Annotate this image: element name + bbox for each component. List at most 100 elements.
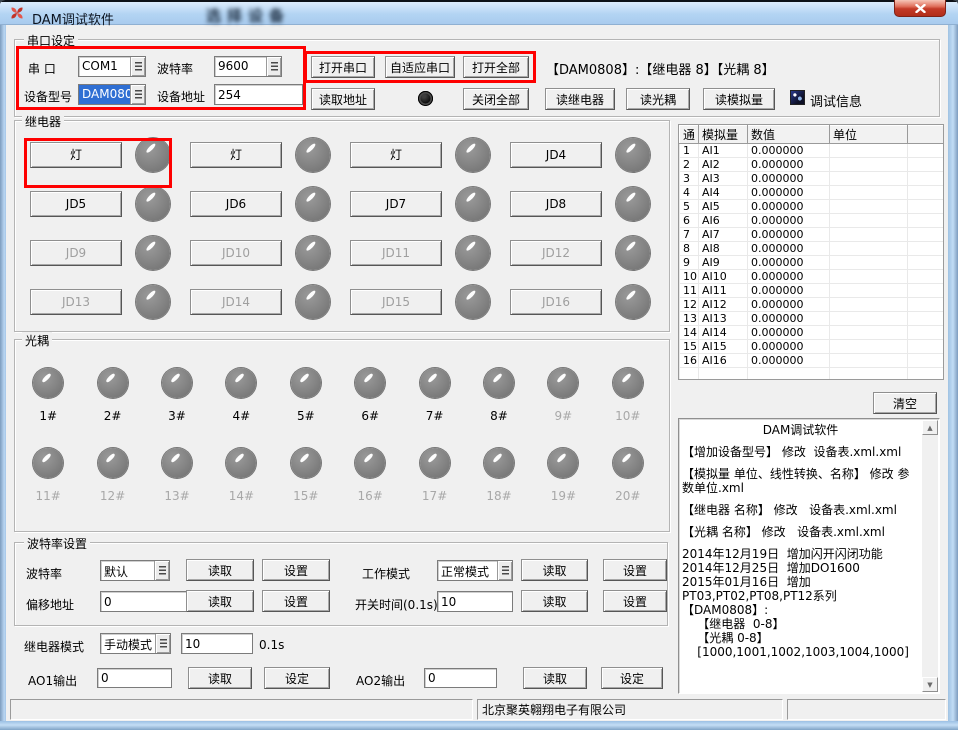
model-combobox[interactable]: DAM0808 [78, 84, 146, 105]
relay-button[interactable]: 灯 [30, 142, 122, 168]
table-row[interactable]: 10AI100.000000 [680, 270, 945, 284]
dropdown-arrow-icon[interactable] [497, 561, 512, 580]
switch-time-set-button[interactable]: 设置 [603, 590, 667, 612]
table-header[interactable]: 单位 [830, 126, 908, 144]
relay-indicator [616, 285, 650, 319]
scroll-up-icon[interactable]: ▲ [922, 420, 938, 435]
ao1-read-button[interactable]: 读取 [188, 667, 252, 689]
port-combobox[interactable]: COM1 [78, 56, 146, 77]
offset-read-button[interactable]: 读取 [186, 590, 254, 612]
baud-combobox[interactable]: 9600 [214, 56, 282, 77]
work-mode-combobox[interactable]: 正常模式 [437, 560, 513, 581]
relay-button[interactable]: JD12 [510, 240, 602, 266]
table-row[interactable]: 4AI40.000000 [680, 186, 945, 200]
relay-button[interactable]: JD7 [350, 191, 442, 217]
relay-button[interactable]: JD10 [190, 240, 282, 266]
ao1-set-button[interactable]: 设定 [264, 667, 330, 689]
close-all-button[interactable]: 关闭全部 [463, 88, 529, 110]
read-relay-button[interactable]: 读继电器 [545, 88, 615, 110]
table-row[interactable]: 14AI140.000000 [680, 326, 945, 340]
open-all-button[interactable]: 打开全部 [463, 56, 529, 78]
opto-label: 16# [358, 489, 383, 503]
dropdown-arrow-icon[interactable] [130, 85, 145, 104]
clear-button[interactable]: 清空 [873, 392, 937, 414]
model-value: DAM0808 [79, 85, 130, 104]
info-line [682, 517, 919, 525]
relay-button[interactable]: 灯 [350, 142, 442, 168]
baudrate-read-button[interactable]: 读取 [186, 559, 254, 581]
table-row[interactable]: 5AI50.000000 [680, 200, 945, 214]
debug-info-label[interactable]: 调试信息 [810, 91, 862, 110]
opto-channel: 4# [209, 368, 273, 448]
relay-button[interactable]: JD6 [190, 191, 282, 217]
relay-button[interactable]: JD8 [510, 191, 602, 217]
dropdown-arrow-icon[interactable] [266, 57, 281, 76]
work-mode-set-button[interactable]: 设置 [603, 559, 667, 581]
work-mode-read-button[interactable]: 读取 [521, 559, 588, 581]
relay-button[interactable]: JD11 [350, 240, 442, 266]
relay-mode-time-input[interactable] [181, 633, 253, 654]
dropdown-arrow-icon[interactable] [154, 561, 169, 580]
relay-button[interactable]: 灯 [190, 142, 282, 168]
info-line [682, 539, 919, 547]
relay-button[interactable]: JD5 [30, 191, 122, 217]
window-right-edge [948, 25, 958, 722]
read-analog-button[interactable]: 读模拟量 [703, 88, 775, 110]
read-address-button[interactable]: 读取地址 [311, 88, 375, 110]
ao2-set-button[interactable]: 设定 [601, 667, 663, 689]
opto-indicator [355, 368, 385, 398]
info-line: 2014年12月25日 增加DO1600 [682, 561, 919, 575]
relay-button[interactable]: JD4 [510, 142, 602, 168]
opto-indicator [33, 368, 63, 398]
table-row[interactable]: 8AI80.000000 [680, 242, 945, 256]
debug-info-icon[interactable] [790, 90, 805, 105]
dropdown-arrow-icon[interactable] [130, 57, 145, 76]
switch-time-read-button[interactable]: 读取 [521, 590, 588, 612]
offset-set-button[interactable]: 设置 [262, 590, 330, 612]
table-header[interactable] [908, 126, 945, 144]
relay-button[interactable]: JD16 [510, 289, 602, 315]
addr-input[interactable] [214, 84, 303, 105]
relay-button[interactable]: JD9 [30, 240, 122, 266]
table-row[interactable]: 6AI60.000000 [680, 214, 945, 228]
dropdown-arrow-icon[interactable] [155, 634, 170, 653]
ao2-label: AO2输出 [356, 672, 405, 689]
port-label: 串 口 [28, 60, 56, 77]
scroll-down-icon[interactable]: ▼ [922, 677, 938, 692]
table-row[interactable]: 2AI20.000000 [680, 158, 945, 172]
table-row[interactable]: 15AI150.000000 [680, 340, 945, 354]
table-row[interactable]: 7AI70.000000 [680, 228, 945, 242]
relay-button[interactable]: JD15 [350, 289, 442, 315]
baudrate-combobox[interactable]: 默认 [100, 560, 170, 581]
table-row[interactable]: 11AI110.000000 [680, 284, 945, 298]
table-row[interactable]: 12AI120.000000 [680, 298, 945, 312]
table-row[interactable]: 9AI90.000000 [680, 256, 945, 270]
table-row[interactable]: 1AI10.000000 [680, 144, 945, 158]
table-header[interactable]: 数值 [748, 126, 830, 144]
info-scrollbar[interactable]: ▲ ▼ [922, 420, 938, 692]
relay-cell: JD5 [20, 187, 180, 221]
table-row[interactable]: 16AI160.000000 [680, 354, 945, 368]
table-row[interactable] [680, 368, 945, 381]
ao2-input[interactable] [424, 668, 497, 688]
close-button[interactable] [894, 0, 946, 17]
read-opto-button[interactable]: 读光耦 [626, 88, 690, 110]
ao2-read-button[interactable]: 读取 [523, 667, 587, 689]
relay-mode-combobox[interactable]: 手动模式 [100, 633, 171, 654]
auto-serial-button[interactable]: 自适应串口 [385, 56, 455, 78]
work-mode-value: 正常模式 [438, 561, 497, 580]
baudrate-set-button[interactable]: 设置 [262, 559, 330, 581]
table-row[interactable]: 3AI30.000000 [680, 172, 945, 186]
connection-status-led [418, 91, 433, 106]
table-row[interactable]: 13AI130.000000 [680, 312, 945, 326]
relay-button[interactable]: JD13 [30, 289, 122, 315]
table-header[interactable]: 通 [680, 126, 699, 144]
table-header[interactable]: 模拟量 [699, 126, 748, 144]
relay-indicator [296, 187, 330, 221]
opto-label: 19# [551, 489, 576, 503]
relay-indicator [456, 236, 490, 270]
open-serial-button[interactable]: 打开串口 [311, 56, 375, 78]
switch-time-input[interactable] [437, 591, 513, 612]
relay-button[interactable]: JD14 [190, 289, 282, 315]
ao1-input[interactable] [97, 668, 172, 688]
